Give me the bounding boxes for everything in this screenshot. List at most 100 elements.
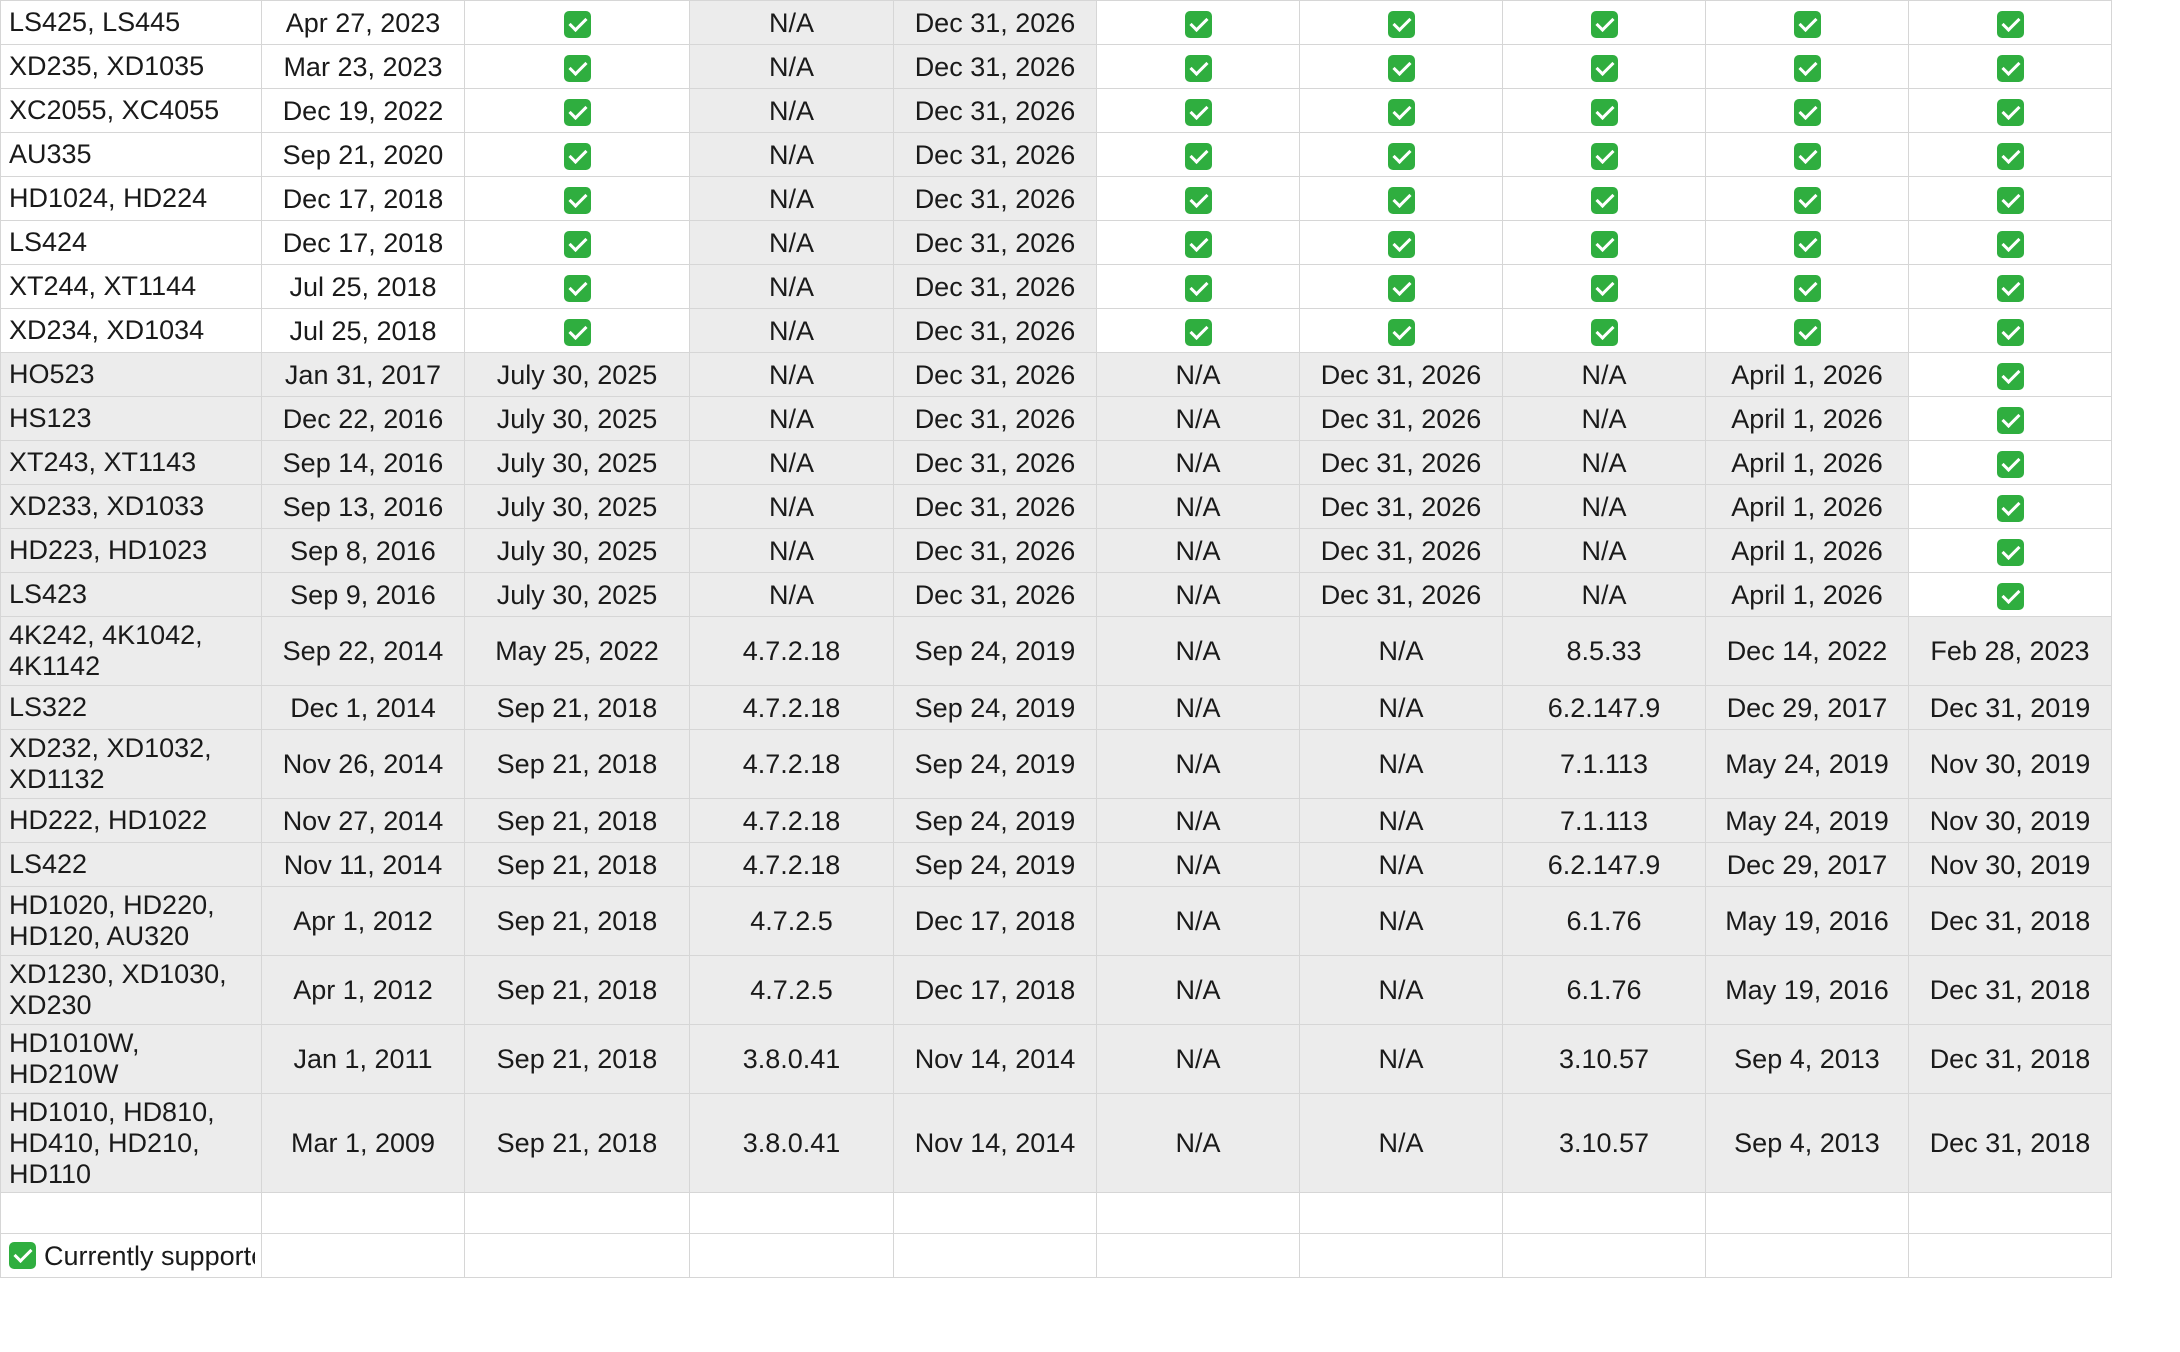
cell-col-f[interactable]: N/A: [1096, 886, 1300, 956]
cell-col-j[interactable]: [1908, 0, 2112, 45]
cell-col-i[interactable]: Dec 14, 2022: [1705, 616, 1909, 686]
cell-col-c[interactable]: Sep 21, 2018: [464, 685, 690, 730]
cell-col-g[interactable]: N/A: [1299, 886, 1503, 956]
cell-col-e[interactable]: Dec 31, 2026: [893, 396, 1097, 441]
cell-col-e[interactable]: Dec 31, 2026: [893, 132, 1097, 177]
cell-col-d[interactable]: 3.8.0.41: [689, 1024, 894, 1094]
cell-col-g[interactable]: N/A: [1299, 685, 1503, 730]
cell-col-f[interactable]: N/A: [1096, 1093, 1300, 1193]
cell-col-g[interactable]: N/A: [1299, 798, 1503, 843]
cell-col-g[interactable]: [1299, 220, 1503, 265]
empty-cell[interactable]: [1096, 1233, 1300, 1278]
cell-col-c[interactable]: [464, 132, 690, 177]
cell-col-d[interactable]: N/A: [689, 88, 894, 133]
cell-col-e[interactable]: Dec 31, 2026: [893, 0, 1097, 45]
cell-col-g[interactable]: Dec 31, 2026: [1299, 352, 1503, 397]
cell-release-date[interactable]: Dec 1, 2014: [261, 685, 465, 730]
cell-col-d[interactable]: 4.7.2.18: [689, 842, 894, 887]
cell-col-e[interactable]: Dec 31, 2026: [893, 572, 1097, 617]
cell-col-c[interactable]: Sep 21, 2018: [464, 1024, 690, 1094]
cell-col-g[interactable]: N/A: [1299, 1024, 1503, 1094]
cell-col-j[interactable]: [1908, 352, 2112, 397]
cell-col-c[interactable]: May 25, 2022: [464, 616, 690, 686]
cell-col-g[interactable]: [1299, 308, 1503, 353]
cell-release-date[interactable]: Apr 27, 2023: [261, 0, 465, 45]
cell-col-i[interactable]: [1705, 88, 1909, 133]
cell-col-h[interactable]: N/A: [1502, 352, 1706, 397]
cell-col-h[interactable]: [1502, 44, 1706, 89]
cell-col-d[interactable]: N/A: [689, 396, 894, 441]
cell-col-f[interactable]: N/A: [1096, 352, 1300, 397]
cell-col-d[interactable]: N/A: [689, 484, 894, 529]
cell-col-f[interactable]: [1096, 308, 1300, 353]
cell-col-c[interactable]: July 30, 2025: [464, 484, 690, 529]
cell-release-date[interactable]: Jul 25, 2018: [261, 308, 465, 353]
cell-col-e[interactable]: Dec 31, 2026: [893, 220, 1097, 265]
cell-col-h[interactable]: [1502, 88, 1706, 133]
cell-col-e[interactable]: Dec 17, 2018: [893, 886, 1097, 956]
cell-release-date[interactable]: Apr 1, 2012: [261, 886, 465, 956]
cell-col-e[interactable]: Dec 31, 2026: [893, 308, 1097, 353]
cell-col-h[interactable]: N/A: [1502, 484, 1706, 529]
cell-model[interactable]: HD1010W, HD210W: [0, 1024, 262, 1094]
cell-col-g[interactable]: Dec 31, 2026: [1299, 440, 1503, 485]
cell-col-c[interactable]: [464, 176, 690, 221]
cell-col-g[interactable]: [1299, 0, 1503, 45]
empty-cell[interactable]: [689, 1192, 894, 1234]
cell-col-i[interactable]: April 1, 2026: [1705, 440, 1909, 485]
cell-col-g[interactable]: Dec 31, 2026: [1299, 484, 1503, 529]
cell-model[interactable]: XD234, XD1034: [0, 308, 262, 353]
cell-col-j[interactable]: Nov 30, 2019: [1908, 798, 2112, 843]
cell-release-date[interactable]: Jan 31, 2017: [261, 352, 465, 397]
cell-col-d[interactable]: N/A: [689, 44, 894, 89]
cell-release-date[interactable]: Sep 22, 2014: [261, 616, 465, 686]
cell-model[interactable]: LS423: [0, 572, 262, 617]
empty-cell[interactable]: [689, 1233, 894, 1278]
empty-cell[interactable]: [0, 1192, 262, 1234]
cell-col-c[interactable]: July 30, 2025: [464, 440, 690, 485]
cell-col-g[interactable]: N/A: [1299, 729, 1503, 799]
cell-model[interactable]: AU335: [0, 132, 262, 177]
cell-col-f[interactable]: N/A: [1096, 1024, 1300, 1094]
cell-col-j[interactable]: Nov 30, 2019: [1908, 729, 2112, 799]
cell-col-f[interactable]: [1096, 220, 1300, 265]
cell-model[interactable]: LS425, LS445: [0, 0, 262, 45]
cell-col-c[interactable]: [464, 264, 690, 309]
empty-cell[interactable]: [1908, 1192, 2112, 1234]
cell-col-e[interactable]: Dec 17, 2018: [893, 955, 1097, 1025]
cell-col-g[interactable]: [1299, 44, 1503, 89]
cell-col-j[interactable]: [1908, 308, 2112, 353]
cell-col-d[interactable]: N/A: [689, 264, 894, 309]
cell-col-d[interactable]: 4.7.2.5: [689, 886, 894, 956]
cell-model[interactable]: HD1020, HD220, HD120, AU320: [0, 886, 262, 956]
cell-col-g[interactable]: N/A: [1299, 616, 1503, 686]
cell-col-i[interactable]: [1705, 44, 1909, 89]
cell-model[interactable]: LS422: [0, 842, 262, 887]
cell-col-h[interactable]: N/A: [1502, 396, 1706, 441]
cell-col-f[interactable]: N/A: [1096, 616, 1300, 686]
cell-col-c[interactable]: [464, 220, 690, 265]
cell-col-f[interactable]: N/A: [1096, 528, 1300, 573]
empty-cell[interactable]: [1705, 1192, 1909, 1234]
cell-col-i[interactable]: April 1, 2026: [1705, 572, 1909, 617]
cell-col-h[interactable]: N/A: [1502, 528, 1706, 573]
cell-col-f[interactable]: N/A: [1096, 685, 1300, 730]
cell-col-e[interactable]: Dec 31, 2026: [893, 352, 1097, 397]
cell-col-e[interactable]: Dec 31, 2026: [893, 88, 1097, 133]
cell-col-f[interactable]: N/A: [1096, 440, 1300, 485]
cell-col-h[interactable]: 8.5.33: [1502, 616, 1706, 686]
empty-cell[interactable]: [1299, 1233, 1503, 1278]
cell-col-d[interactable]: 4.7.2.18: [689, 729, 894, 799]
cell-model[interactable]: XC2055, XC4055: [0, 88, 262, 133]
cell-col-j[interactable]: Dec 31, 2018: [1908, 955, 2112, 1025]
cell-col-i[interactable]: Dec 29, 2017: [1705, 685, 1909, 730]
cell-col-i[interactable]: Sep 4, 2013: [1705, 1024, 1909, 1094]
cell-col-j[interactable]: Dec 31, 2018: [1908, 1024, 2112, 1094]
cell-col-h[interactable]: N/A: [1502, 572, 1706, 617]
cell-col-h[interactable]: 7.1.113: [1502, 798, 1706, 843]
cell-col-g[interactable]: [1299, 88, 1503, 133]
cell-col-j[interactable]: [1908, 396, 2112, 441]
cell-col-f[interactable]: N/A: [1096, 729, 1300, 799]
cell-col-c[interactable]: Sep 21, 2018: [464, 798, 690, 843]
cell-col-e[interactable]: Sep 24, 2019: [893, 729, 1097, 799]
